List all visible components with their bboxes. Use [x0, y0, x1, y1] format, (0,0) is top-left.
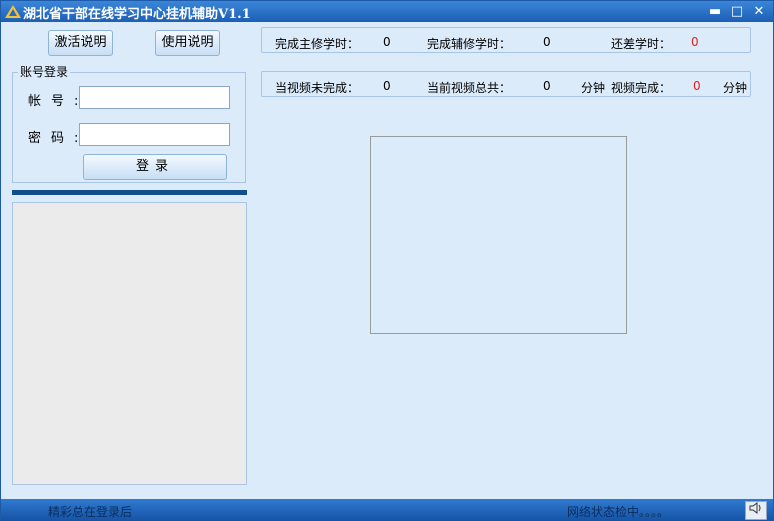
- minimize-button[interactable]: ▬: [707, 4, 723, 19]
- account-input[interactable]: [79, 86, 230, 109]
- video-complete-unit: 分钟: [723, 81, 748, 95]
- major-hours-label: 完成主修学时：: [275, 37, 360, 51]
- close-button[interactable]: ✕: [751, 4, 767, 19]
- app-logo-icon: [5, 5, 21, 18]
- activate-instructions-button[interactable]: 激活说明: [48, 30, 113, 56]
- minor-hours-label: 完成辅修学时：: [427, 37, 512, 51]
- login-group-title: 账号登录: [18, 63, 71, 80]
- video-incomplete-value: 0: [383, 79, 391, 93]
- login-button[interactable]: 登录: [83, 154, 227, 180]
- app-window: 湖北省干部在线学习中心挂机辅助V1.1 ▬ □ ✕ 激活说明 使用说明 账号登录…: [0, 0, 774, 521]
- video-incomplete-label: 当视频未完成：: [275, 81, 360, 95]
- video-complete-value: 0: [693, 79, 701, 93]
- study-hours-panel: 完成主修学时： 0 完成辅修学时： 0 还差学时： 0: [261, 27, 751, 53]
- window-title: 湖北省干部在线学习中心挂机辅助V1.1: [23, 7, 251, 22]
- title-bar[interactable]: 湖北省干部在线学习中心挂机辅助V1.1 ▬ □ ✕: [1, 1, 773, 22]
- video-total-label: 当前视频总共：: [427, 81, 512, 95]
- video-total-unit: 分钟: [581, 81, 606, 95]
- divider: [12, 190, 247, 195]
- video-frame[interactable]: [370, 136, 627, 334]
- major-hours-value: 0: [383, 35, 391, 49]
- speaker-glyph-icon: [749, 502, 761, 514]
- remaining-hours-value: 0: [691, 35, 699, 49]
- usage-instructions-button[interactable]: 使用说明: [155, 30, 220, 56]
- log-panel[interactable]: [12, 202, 247, 485]
- maximize-button[interactable]: □: [729, 4, 745, 19]
- video-total-value: 0: [543, 79, 551, 93]
- minor-hours-value: 0: [543, 35, 551, 49]
- video-complete-label: 视频完成：: [611, 81, 672, 95]
- video-progress-panel: 当视频未完成： 0 当前视频总共： 0 分钟 视频完成： 0 分钟: [261, 71, 751, 97]
- status-message: 精彩总在登录后: [48, 505, 133, 519]
- remaining-hours-label: 还差学时：: [611, 37, 672, 51]
- speaker-icon[interactable]: [745, 501, 767, 520]
- network-status: 网络状态检中。。。。: [567, 505, 670, 519]
- status-bar: 精彩总在登录后 网络状态检中。。。。: [1, 499, 773, 521]
- password-input[interactable]: [79, 123, 230, 146]
